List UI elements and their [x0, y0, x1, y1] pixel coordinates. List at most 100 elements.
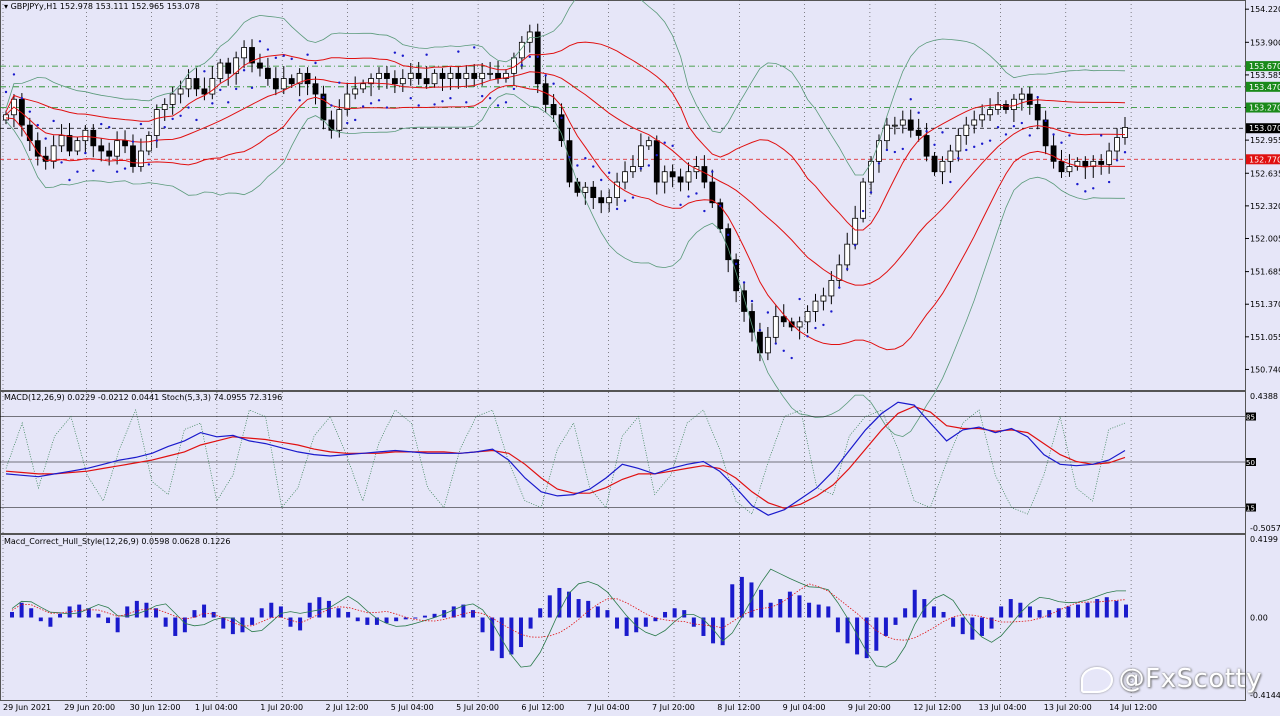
y-tick-label: 0.4199 — [1250, 535, 1278, 544]
psar-dot — [20, 97, 24, 100]
psar-dot — [869, 191, 873, 194]
psar-dot — [242, 69, 246, 72]
histogram-bar — [586, 600, 591, 618]
psar-dot — [631, 196, 635, 199]
psar-dot — [853, 244, 857, 247]
histogram-bar — [912, 589, 917, 618]
histogram-bar — [1027, 606, 1032, 618]
psar-dot — [44, 137, 47, 140]
histogram-bar — [576, 599, 581, 618]
psar-dot — [988, 139, 992, 142]
psar-dot — [647, 164, 651, 167]
candle — [717, 198, 724, 233]
histogram-bar — [230, 617, 235, 635]
x-tick-label: 6 Jul 12:00 — [521, 703, 564, 712]
y-tick-label: 152.005 — [1250, 234, 1280, 243]
psar-dot — [671, 144, 674, 148]
macd-header: MACD(12,26,9) 0.0229 -0.0212 0.0441 Stoc… — [4, 393, 283, 402]
psar-dot — [568, 156, 571, 159]
psar-dot — [179, 114, 182, 118]
y-tick-label: 154.220 — [1250, 5, 1280, 14]
stoch-level-label: 50 — [1246, 459, 1255, 467]
psar-dot — [369, 102, 373, 105]
psar-dot — [234, 87, 238, 91]
histogram-bar — [1056, 608, 1061, 618]
x-tick-label: 2 Jul 12:00 — [326, 703, 369, 712]
histogram-bar — [845, 617, 850, 644]
histogram-bar — [759, 589, 764, 618]
x-tick-label: 1 Jul 20:00 — [260, 703, 303, 712]
psar-dot — [980, 142, 984, 145]
psar-dot — [615, 207, 619, 211]
histogram-bar — [547, 595, 552, 618]
histogram-bar — [115, 617, 120, 633]
histogram-bar — [1124, 604, 1128, 618]
histogram-bar — [797, 595, 802, 618]
psar-dot — [258, 40, 262, 43]
y-tick-label: 152.320 — [1250, 202, 1280, 211]
psar-dot — [512, 87, 516, 91]
histogram-bar — [538, 608, 543, 618]
psar-dot — [298, 99, 301, 102]
histogram-bar — [807, 602, 812, 618]
candle — [860, 177, 867, 223]
psar-dot — [425, 53, 428, 56]
psar-dot — [322, 95, 325, 99]
histogram-bar — [1018, 602, 1023, 618]
psar-dot — [1044, 119, 1047, 123]
histogram-bar — [739, 576, 744, 618]
psar-dot — [544, 74, 547, 77]
y-tick-label: 151.370 — [1250, 300, 1280, 309]
histogram-bar — [624, 617, 629, 636]
psar-dot — [330, 104, 333, 107]
histogram-bar — [403, 617, 408, 620]
psar-dot — [346, 121, 349, 125]
psar-dot — [560, 116, 563, 120]
histogram-bar — [38, 617, 43, 622]
psar-dot — [92, 169, 95, 172]
histogram-bar — [58, 613, 63, 618]
x-tick-label: 9 Jul 20:00 — [848, 703, 891, 712]
psar-dot — [909, 98, 912, 101]
psar-dot — [861, 209, 865, 213]
psar-dot — [766, 311, 770, 314]
histogram-bar — [288, 617, 293, 627]
hull-header: Macd_Correct_Hull_Style(12,26,9) 0.0598 … — [4, 537, 231, 546]
psar-dot — [353, 118, 357, 122]
psar-dot — [219, 88, 222, 92]
trading-chart: 29 Jun 2021 29 Jun 20:00 30 Jun 12:00 1 Jul… — [0, 0, 1280, 716]
psar-dot — [465, 101, 468, 104]
x-tick-label: 7 Jul 20:00 — [652, 703, 695, 712]
y-tick-label: 150.740 — [1250, 365, 1280, 374]
histogram-bar — [394, 617, 399, 622]
histogram-bar — [509, 617, 514, 655]
histogram-bar — [259, 608, 264, 618]
histogram-bar — [931, 606, 936, 618]
psar-dot — [1076, 182, 1079, 186]
psar-dot — [449, 97, 452, 100]
symbol-label: GBPJPYy,H1 152.978 153.111 152.965 153.0… — [10, 2, 200, 11]
psar-dot — [4, 90, 8, 94]
psar-dot — [131, 140, 135, 143]
histogram-bar — [663, 611, 668, 618]
psar-dot — [1012, 124, 1016, 128]
x-tick-label: 8 Jul 12:00 — [717, 703, 760, 712]
psar-dot — [227, 101, 230, 104]
price-level-label: 153.270 — [1249, 104, 1280, 113]
histogram-bar — [595, 606, 600, 618]
x-tick-label: 5 Jul 20:00 — [456, 703, 499, 712]
histogram-bar — [307, 602, 312, 618]
price-level-label: 153.070 — [1249, 124, 1280, 133]
psar-dot — [687, 195, 690, 198]
psar-dot — [68, 178, 71, 182]
histogram-bar — [1114, 600, 1119, 618]
histogram-bar — [893, 617, 898, 625]
histogram-bar — [106, 617, 111, 624]
psar-dot — [750, 299, 754, 303]
psar-dot — [504, 101, 508, 104]
collapse-triangle-icon[interactable]: ▾ — [4, 2, 8, 11]
psar-dot — [441, 100, 444, 103]
psar-dot — [139, 122, 143, 126]
histogram-bar — [874, 617, 879, 651]
psar-dot — [663, 141, 666, 144]
